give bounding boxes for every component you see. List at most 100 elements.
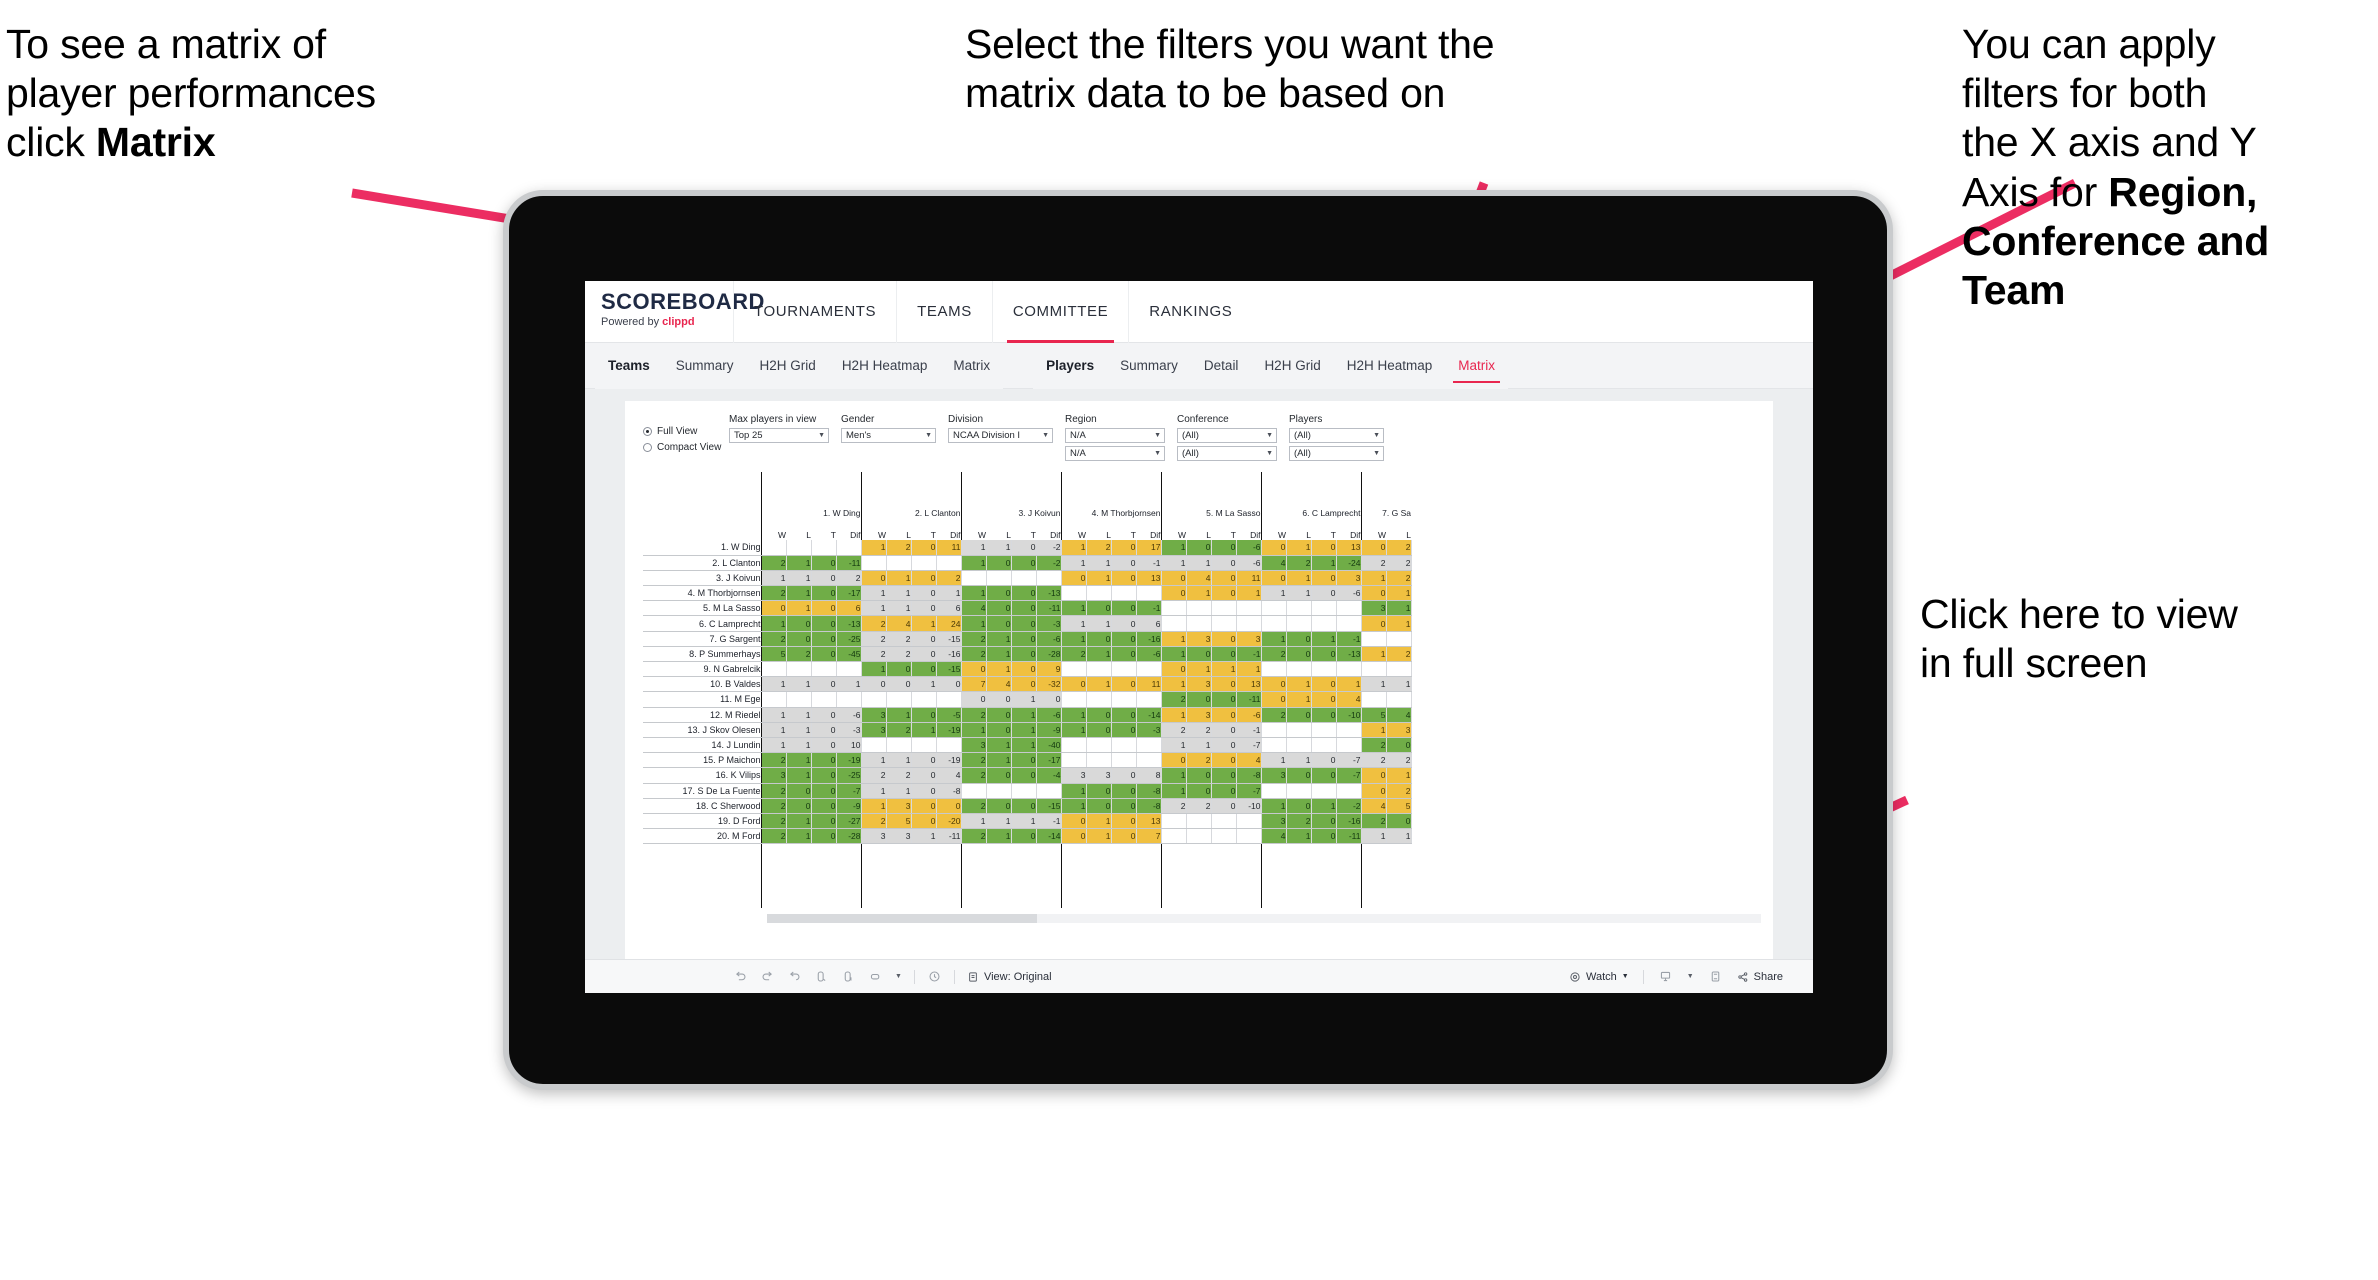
matrix-cell[interactable]: 2 — [960, 646, 987, 663]
matrix-cell[interactable]: 0 — [1211, 676, 1237, 693]
matrix-cell[interactable] — [1136, 752, 1162, 769]
matrix-cell[interactable]: 2 — [860, 813, 887, 830]
matrix-cell[interactable]: 0 — [1011, 676, 1037, 693]
matrix-cell[interactable]: 1 — [1060, 631, 1087, 647]
matrix-cell[interactable]: 1 — [1386, 600, 1412, 617]
matrix-row[interactable]: 20. M Ford 2 1 0 -28 3 3 1 -11 2 1 0 -14 0 1 0 7 4 1 0 -11 1 1 — [643, 828, 1412, 845]
matrix-cell[interactable]: -15 — [1036, 798, 1062, 814]
select-gender[interactable]: Men's ▼ — [841, 428, 936, 443]
horizontal-scrollbar[interactable] — [767, 913, 1761, 923]
matrix-cell[interactable]: 2 — [936, 570, 962, 587]
matrix-cell[interactable]: 0 — [1060, 676, 1087, 693]
matrix-cell[interactable]: 4 — [1236, 752, 1262, 769]
matrix-cell[interactable]: -24 — [1336, 555, 1362, 571]
matrix-cell[interactable]: 0 — [1186, 540, 1212, 556]
matrix-cell[interactable]: -6 — [1236, 555, 1262, 571]
matrix-cell[interactable]: 1 — [986, 828, 1012, 845]
matrix-cell[interactable]: 0 — [1311, 828, 1337, 845]
matrix-cell[interactable]: 1 — [886, 783, 912, 799]
matrix-cell[interactable]: 0 — [811, 767, 837, 784]
matrix-cell[interactable]: 2 — [760, 752, 787, 769]
select-players-y[interactable]: (All) ▼ — [1289, 446, 1384, 461]
highlight-icon[interactable] — [868, 969, 883, 984]
matrix-cell[interactable]: 0 — [1160, 585, 1187, 602]
matrix-cell[interactable]: 1 — [1211, 661, 1237, 678]
matrix-cell[interactable]: 1 — [911, 615, 937, 632]
matrix-cell[interactable] — [1286, 661, 1312, 678]
matrix-cell[interactable] — [1286, 783, 1312, 799]
matrix-cell[interactable]: 0 — [811, 813, 837, 830]
matrix-cell[interactable]: 2 — [860, 767, 887, 784]
matrix-cell[interactable]: 1 — [1060, 798, 1087, 814]
select-players-x[interactable]: (All) ▼ — [1289, 428, 1384, 443]
matrix-cell[interactable]: 1 — [986, 646, 1012, 663]
matrix-cell[interactable]: 1 — [786, 555, 812, 571]
matrix-cell[interactable]: 2 — [1260, 707, 1287, 723]
matrix-cell[interactable]: 0 — [1311, 540, 1337, 556]
matrix-cell[interactable]: 3 — [1260, 767, 1287, 784]
radio-compact-view[interactable]: Compact View — [643, 442, 729, 453]
matrix-cell[interactable] — [1160, 600, 1187, 617]
matrix-cell[interactable]: 1 — [1160, 707, 1187, 723]
matrix-cell[interactable]: 0 — [1111, 767, 1137, 784]
matrix-cell[interactable]: 1 — [986, 737, 1012, 754]
matrix-cell[interactable]: 0 — [1086, 600, 1112, 617]
matrix-cell[interactable] — [986, 783, 1012, 799]
matrix-cell[interactable]: -3 — [836, 722, 862, 738]
share-button[interactable]: Share — [1737, 971, 1783, 983]
matrix-cell[interactable]: 11 — [1136, 676, 1162, 693]
matrix-row-player-label[interactable]: 15. P Maichon — [643, 752, 761, 769]
matrix-cell[interactable]: 0 — [936, 798, 962, 814]
subtab-teams-matrix[interactable]: Matrix — [940, 343, 1003, 389]
matrix-cell[interactable]: -8 — [1136, 798, 1162, 814]
redo-icon[interactable] — [760, 969, 775, 984]
matrix-row-player-label[interactable]: 10. B Valdes — [643, 676, 761, 693]
matrix-cell[interactable] — [786, 691, 812, 708]
matrix-cell[interactable]: 5 — [1360, 707, 1387, 723]
matrix-cell[interactable]: 0 — [1111, 707, 1137, 723]
matrix-column-player-header[interactable]: 5. M La Sasso — [1160, 472, 1261, 518]
matrix-cell[interactable]: 1 — [960, 555, 987, 571]
matrix-cell[interactable]: 1 — [1386, 615, 1412, 632]
matrix-cell[interactable]: 1 — [986, 661, 1012, 678]
matrix-cell[interactable] — [1286, 722, 1312, 738]
matrix-cell[interactable] — [960, 570, 987, 587]
matrix-cell[interactable]: 1 — [1011, 813, 1037, 830]
fullscreen-icon[interactable] — [1708, 969, 1723, 984]
matrix-cell[interactable]: 0 — [1160, 661, 1187, 678]
matrix-cell[interactable]: 1 — [860, 798, 887, 814]
matrix-cell[interactable]: 1 — [1011, 707, 1037, 723]
matrix-cell[interactable]: -9 — [1036, 722, 1062, 738]
matrix-cell[interactable]: 1 — [860, 540, 887, 556]
matrix-cell[interactable]: 0 — [1286, 707, 1312, 723]
matrix-cell[interactable]: -20 — [936, 813, 962, 830]
matrix-cell[interactable] — [1311, 615, 1337, 632]
matrix-cell[interactable] — [911, 737, 937, 754]
matrix-cell[interactable]: 1 — [886, 585, 912, 602]
matrix-cell[interactable]: 0 — [1111, 570, 1137, 587]
matrix-cell[interactable] — [1111, 737, 1137, 754]
matrix-cell[interactable]: 0 — [886, 676, 912, 693]
caret-down-icon[interactable]: ▼ — [895, 973, 902, 980]
matrix-cell[interactable]: 0 — [1011, 600, 1037, 617]
matrix-cell[interactable]: 13 — [1336, 540, 1362, 556]
matrix-cell[interactable]: 1 — [1360, 828, 1387, 845]
matrix-cell[interactable]: 0 — [1111, 555, 1137, 571]
matrix-cell[interactable]: 3 — [1336, 570, 1362, 587]
matrix-row-player-label[interactable]: 11. M Ege — [643, 691, 761, 708]
matrix-cell[interactable]: 1 — [986, 631, 1012, 647]
matrix-cell[interactable]: 0 — [1111, 646, 1137, 663]
matrix-cell[interactable]: 2 — [860, 615, 887, 632]
matrix-cell[interactable] — [1386, 631, 1412, 647]
matrix-cell[interactable] — [1136, 691, 1162, 708]
matrix-cell[interactable]: 4 — [1186, 570, 1212, 587]
matrix-cell[interactable]: 0 — [786, 783, 812, 799]
matrix-column-player-header[interactable]: 3. J Koivun — [960, 472, 1061, 518]
matrix-cell[interactable] — [886, 737, 912, 754]
device-layout-icon[interactable] — [1658, 969, 1673, 984]
matrix-cell[interactable]: 2 — [886, 631, 912, 647]
matrix-cell[interactable]: 1 — [960, 615, 987, 632]
matrix-row-player-label[interactable]: 1. W Ding — [643, 540, 761, 556]
matrix-cell[interactable]: 0 — [811, 600, 837, 617]
matrix-cell[interactable]: -11 — [1236, 691, 1262, 708]
